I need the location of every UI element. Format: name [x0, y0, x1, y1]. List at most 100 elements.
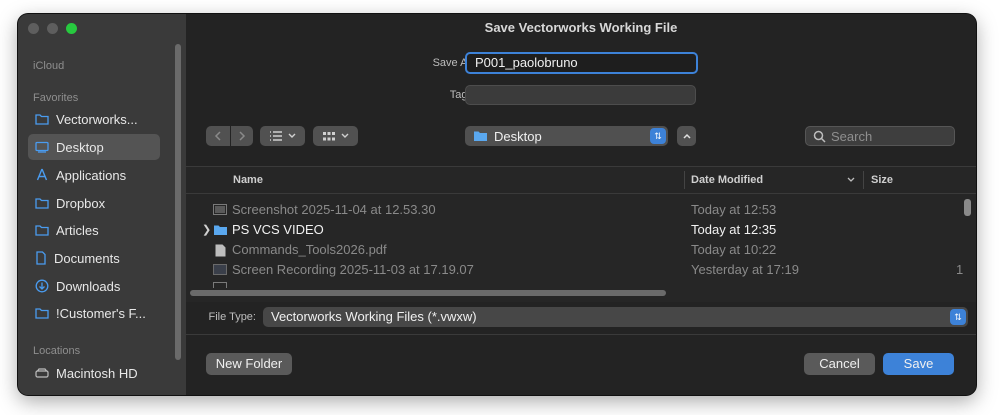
sidebar-item-applications[interactable]: Applications — [28, 162, 160, 188]
sidebar-item-customers-folder[interactable]: !Customer's F... — [28, 300, 160, 326]
pdf-file-icon — [215, 244, 226, 257]
table-header: Name Date Modified Size — [186, 166, 976, 194]
file-date: Today at 12:35 — [691, 222, 777, 237]
up-down-arrows-icon: ⇅ — [950, 309, 966, 325]
search-icon — [813, 130, 826, 143]
table-row[interactable]: Screen Recording 2025-11-03 at 17.19.07 … — [186, 260, 966, 280]
up-down-arrows-icon: ⇅ — [650, 128, 666, 144]
file-name: PS VCS VIDEO — [232, 222, 324, 237]
file-type-popup[interactable]: Vectorworks Working Files (*.vwxw) ⇅ — [263, 307, 968, 327]
horizontal-scrollbar[interactable] — [190, 290, 666, 296]
list-view-button[interactable] — [260, 126, 305, 146]
new-folder-button[interactable]: New Folder — [206, 353, 292, 375]
file-name: Commands_Tools2026.pdf — [232, 242, 387, 257]
disclosure-chevron-icon[interactable]: ❯ — [202, 220, 211, 240]
sidebar-section-favorites: Favorites — [33, 92, 79, 104]
sidebar-item-label: Articles — [56, 222, 99, 238]
desktop-icon — [35, 141, 49, 153]
folder-icon — [214, 225, 227, 235]
expand-collapse-button[interactable] — [677, 126, 696, 146]
search-placeholder: Search — [831, 128, 873, 144]
tags-input[interactable] — [465, 85, 696, 105]
applications-icon — [36, 168, 48, 181]
window-controls — [28, 23, 77, 34]
main-panel: Save Vectorworks Working File Save As: P… — [186, 14, 976, 395]
file-name: Screen Recording 2025-11-03 at 17.19.07 — [232, 262, 474, 277]
sidebar-section-icloud: iCloud — [33, 60, 65, 72]
search-field[interactable]: Search — [805, 126, 955, 146]
chevron-down-icon — [288, 133, 296, 138]
table-row[interactable]: ❯ PS VCS VIDEO Today at 12:35 — [186, 220, 966, 240]
folder-icon — [35, 198, 49, 209]
save-button[interactable]: Save — [883, 353, 954, 375]
window-title: Save Vectorworks Working File — [484, 20, 678, 35]
zoom-window-button[interactable] — [66, 23, 77, 34]
file-name: Screenshot 2025-11-04 at 12.53.30 — [232, 202, 436, 217]
sidebar-item-dropbox[interactable]: Dropbox — [28, 190, 160, 216]
table-row-partial[interactable] — [186, 280, 966, 288]
save-as-label: Save As: — [432, 57, 476, 69]
sidebar-item-label: Macintosh HD — [56, 365, 138, 381]
minimize-window-button[interactable] — [47, 23, 58, 34]
document-icon — [36, 251, 46, 265]
column-separator — [684, 171, 685, 189]
sidebar-item-label: Documents — [54, 250, 120, 266]
drive-icon — [35, 368, 49, 378]
file-type-value: Vectorworks Working Files (*.vwxw) — [271, 309, 477, 324]
table-row[interactable]: Screenshot 2025-11-04 at 12.53.30 Today … — [186, 200, 966, 220]
folder-icon — [35, 114, 49, 125]
sort-chevron-icon — [847, 177, 855, 182]
divider — [186, 334, 976, 335]
file-date: Today at 10:22 — [691, 242, 777, 257]
sidebar-item-macintosh-hd[interactable]: Macintosh HD — [28, 360, 160, 386]
sidebar-item-desktop[interactable]: Desktop — [28, 134, 160, 160]
sidebar-item-label: Desktop — [56, 139, 104, 155]
table-row[interactable]: Commands_Tools2026.pdf Today at 10:22 — [186, 240, 966, 260]
chevron-up-icon — [682, 133, 691, 139]
sidebar-item-vectorworks[interactable]: Vectorworks... — [28, 106, 160, 132]
column-header-size[interactable]: Size — [871, 167, 893, 193]
column-separator — [863, 171, 864, 189]
sidebar-item-documents[interactable]: Documents — [28, 245, 160, 271]
folder-icon — [35, 225, 49, 236]
tags-label: Tags: — [449, 89, 476, 101]
file-date: Yesterday at 17:19 — [691, 262, 799, 277]
downloads-icon — [35, 279, 49, 293]
sidebar-item-label: Applications — [56, 167, 127, 183]
folder-icon — [35, 308, 49, 319]
sidebar-item-label: !Customer's F... — [56, 305, 146, 321]
list-view-icon — [270, 131, 282, 141]
file-date: Today at 12:53 — [691, 202, 777, 217]
back-button[interactable] — [206, 126, 230, 146]
sidebar: iCloud Favorites Vectorworks... Desktop … — [18, 14, 186, 395]
cancel-button[interactable]: Cancel — [804, 353, 875, 375]
video-file-icon — [213, 264, 227, 275]
column-header-name[interactable]: Name — [233, 167, 263, 193]
sidebar-item-articles[interactable]: Articles — [28, 217, 160, 243]
sidebar-item-label: Dropbox — [56, 195, 106, 211]
save-as-input[interactable]: P001_paolobruno — [465, 52, 698, 74]
chevron-down-icon — [341, 133, 349, 138]
chevron-left-icon — [214, 131, 221, 141]
vertical-scrollbar[interactable] — [964, 199, 971, 216]
folder-icon — [474, 131, 487, 141]
sidebar-item-label: Vectorworks... — [56, 111, 138, 127]
location-label: Desktop — [494, 128, 542, 144]
sidebar-section-locations: Locations — [33, 345, 81, 357]
image-file-icon — [213, 204, 227, 215]
file-size: 1 — [956, 262, 964, 277]
sidebar-item-downloads[interactable]: Downloads — [28, 273, 160, 299]
sidebar-scrollbar[interactable] — [175, 44, 181, 360]
chevron-right-icon — [239, 131, 246, 141]
icon-view-button[interactable] — [313, 126, 358, 146]
image-file-icon — [213, 282, 227, 288]
sidebar-item-label: Downloads — [56, 278, 121, 294]
close-window-button[interactable] — [28, 23, 39, 34]
location-popup[interactable]: Desktop ⇅ — [465, 126, 668, 146]
save-dialog-window: iCloud Favorites Vectorworks... Desktop … — [18, 14, 976, 395]
grid-view-icon — [323, 131, 335, 140]
file-type-label: File Type: — [208, 311, 257, 323]
column-header-date-modified[interactable]: Date Modified — [691, 167, 763, 193]
forward-button[interactable] — [231, 126, 253, 146]
file-browser: Name Date Modified Size Screenshot 2025-… — [186, 166, 976, 302]
